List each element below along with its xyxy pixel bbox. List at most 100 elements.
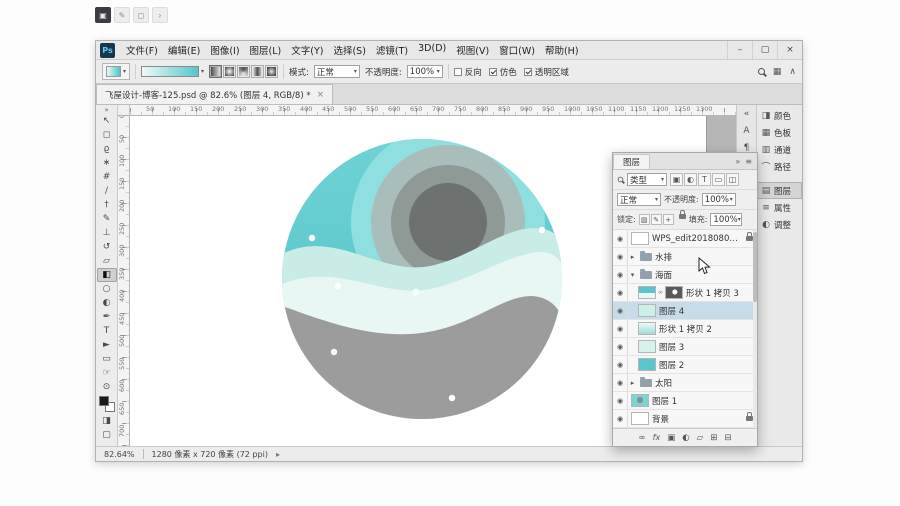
option-checkbox-1[interactable]: 仿色 [489, 66, 517, 78]
dock-panel-4[interactable]: ▤图层 [757, 182, 802, 199]
gradient-tool[interactable]: ◧ [97, 268, 117, 282]
layer-row-7[interactable]: ◉图层 2 [613, 356, 757, 374]
visibility-eye-icon[interactable]: ◉ [613, 266, 628, 283]
foreground-color-chip[interactable] [99, 396, 109, 406]
zoom-tool[interactable]: ⊙ [97, 380, 117, 394]
fill-select[interactable]: 100% ▾ [710, 213, 742, 226]
capture-app-icon[interactable]: ▣ [95, 7, 111, 23]
diamond-gradient-button[interactable] [265, 65, 278, 78]
blur-tool[interactable]: ○ [97, 282, 117, 296]
dock-panel-0[interactable]: ◨颜色 [757, 107, 802, 124]
layer-row-3[interactable]: ◉∞形状 1 拷贝 3 [613, 284, 757, 302]
reflected-gradient-button[interactable] [251, 65, 264, 78]
visibility-eye-icon[interactable]: ◉ [613, 320, 628, 337]
dock-panel-2[interactable]: ▥通道 [757, 141, 802, 158]
scrollbar-thumb[interactable] [753, 232, 757, 302]
collapse-group-icon[interactable]: ▾ [628, 271, 637, 279]
expand-more-icon[interactable]: › [152, 7, 168, 23]
eyedropper-tool[interactable]: ∕ [97, 184, 117, 198]
close-button[interactable]: × [777, 41, 802, 59]
pixel-filter-icon[interactable]: ▣ [670, 173, 683, 186]
visibility-eye-icon[interactable]: ◉ [613, 410, 628, 427]
layer-thumbnail[interactable] [631, 232, 649, 245]
search-icon[interactable] [758, 68, 765, 75]
dock-panel-6[interactable]: ◐调整 [757, 216, 802, 233]
gradient-preview[interactable]: ▾ [141, 63, 204, 80]
workspace-icon[interactable]: ▦ [773, 67, 782, 77]
hand-tool[interactable]: ☞ [97, 366, 117, 380]
menu-item-9[interactable]: 窗口(W) [494, 43, 540, 57]
menu-item-5[interactable]: 选择(S) [328, 43, 370, 57]
expand-group-icon[interactable]: ▸ [628, 379, 637, 387]
move-tool[interactable]: ↖ [97, 114, 117, 128]
crop-tool[interactable]: # [97, 170, 117, 184]
new-group-icon[interactable]: ▱ [697, 433, 704, 443]
quick-mask-tool[interactable]: ◨ [97, 414, 117, 428]
lock-position-icon[interactable]: + [663, 214, 674, 225]
layer-thumbnail[interactable] [631, 412, 649, 425]
pen-tool[interactable]: ✒ [97, 310, 117, 324]
tool-preset-picker[interactable]: ▾ [102, 63, 130, 80]
menu-item-1[interactable]: 编辑(E) [163, 43, 205, 57]
scrollbar[interactable] [753, 230, 757, 428]
mode-select[interactable]: 正常 ▾ [314, 65, 360, 78]
layer-opacity-select[interactable]: 100% ▾ [702, 193, 736, 206]
visibility-eye-icon[interactable]: ◉ [613, 356, 628, 373]
chevron-up-icon[interactable]: ∧ [789, 67, 796, 77]
collapse-toolbar-icon[interactable]: » [97, 106, 117, 114]
adjustment-layer-icon[interactable]: ◐ [682, 433, 689, 443]
dock-panel-3[interactable]: ⌒路径 [757, 158, 802, 175]
radial-gradient-button[interactable] [223, 65, 236, 78]
pen-annotate-icon[interactable]: ✎ [114, 7, 130, 23]
dock-panel-1[interactable]: ▦色板 [757, 124, 802, 141]
layer-mask-thumbnail[interactable] [665, 286, 683, 299]
layer-row-10[interactable]: ◉背景 [613, 410, 757, 428]
visibility-eye-icon[interactable]: ◉ [613, 338, 628, 355]
visibility-eye-icon[interactable]: ◉ [613, 374, 628, 391]
dodge-tool[interactable]: ◐ [97, 296, 117, 310]
filter-kind-select[interactable]: 类型 ▾ [627, 173, 667, 186]
menu-item-3[interactable]: 图层(L) [245, 43, 287, 57]
path-select-tool[interactable]: ► [97, 338, 117, 352]
visibility-eye-icon[interactable]: ◉ [613, 302, 628, 319]
lock-pixels-icon[interactable]: ✎ [651, 214, 662, 225]
character-panel-icon[interactable]: A [743, 126, 749, 136]
type-filter-icon[interactable]: T [698, 173, 711, 186]
dock-panel-5[interactable]: ≡属性 [757, 199, 802, 216]
visibility-eye-icon[interactable]: ◉ [613, 392, 628, 409]
layer-row-1[interactable]: ◉▸水排 [613, 248, 757, 266]
linear-gradient-button[interactable] [209, 65, 222, 78]
zoom-level[interactable]: 82.64% [104, 450, 135, 459]
layer-row-0[interactable]: ◉WPS_edit2018080410... [613, 230, 757, 248]
blend-mode-select[interactable]: 正常 ▾ [617, 193, 661, 206]
document-tab[interactable]: 飞屋设计-博客-125.psd @ 82.6% (图层 4, RGB/8) * … [96, 84, 333, 104]
layer-thumbnail[interactable] [638, 304, 656, 317]
delete-layer-icon[interactable]: ⊟ [724, 433, 731, 443]
layer-row-9[interactable]: ◉图层 1 [613, 392, 757, 410]
layer-thumbnail[interactable] [638, 322, 656, 335]
visibility-eye-icon[interactable]: ◉ [613, 230, 628, 247]
visibility-eye-icon[interactable]: ◉ [613, 248, 628, 265]
menu-item-6[interactable]: 滤镜(T) [371, 43, 413, 57]
layer-row-4[interactable]: ◉图层 4 [613, 302, 757, 320]
option-checkbox-2[interactable]: 透明区域 [524, 66, 569, 78]
lasso-tool[interactable]: ϱ [97, 142, 117, 156]
new-layer-icon[interactable]: ⊞ [710, 433, 717, 443]
menu-item-4[interactable]: 文字(Y) [286, 43, 328, 57]
opacity-select[interactable]: 100% ▾ [407, 65, 443, 78]
panel-menu-icon[interactable]: ≡ [745, 157, 752, 166]
shape-tool[interactable]: ▭ [97, 352, 117, 366]
menu-item-8[interactable]: 视图(V) [451, 43, 494, 57]
minimize-button[interactable]: – [727, 41, 752, 59]
shape-annotate-icon[interactable]: ◻ [133, 7, 149, 23]
healing-brush-tool[interactable]: † [97, 198, 117, 212]
layer-thumbnail[interactable] [638, 340, 656, 353]
layer-row-6[interactable]: ◉图层 3 [613, 338, 757, 356]
lock-transparent-icon[interactable]: ▨ [639, 214, 650, 225]
clone-stamp-tool[interactable]: ⊥ [97, 226, 117, 240]
layers-panel-tab[interactable]: 图层 [613, 154, 650, 169]
menu-item-10[interactable]: 帮助(H) [540, 43, 584, 57]
menu-item-7[interactable]: 3D(D) [413, 43, 451, 57]
shape-filter-icon[interactable]: ▭ [712, 173, 725, 186]
adjustment-filter-icon[interactable]: ◐ [684, 173, 697, 186]
